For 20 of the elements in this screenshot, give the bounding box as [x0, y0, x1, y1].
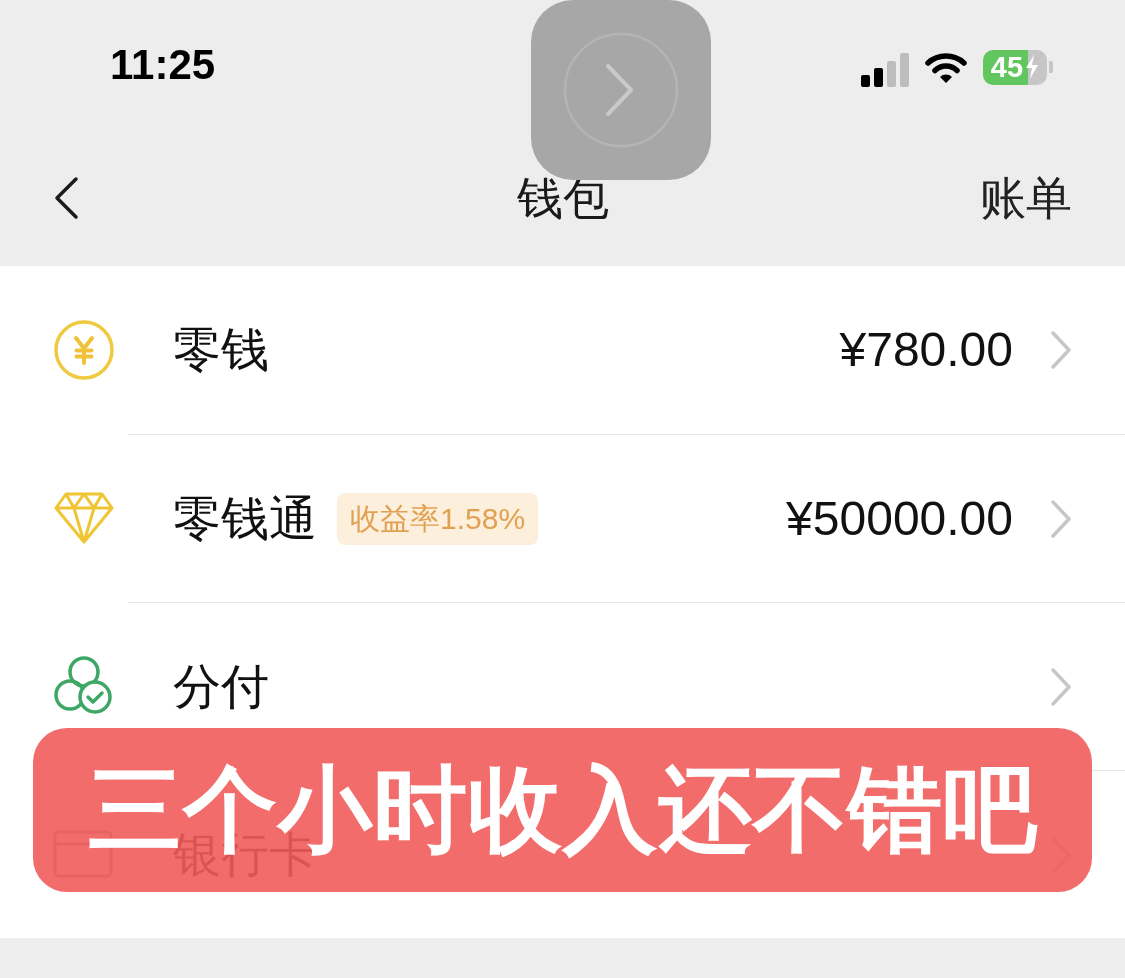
- chevron-right-icon[interactable]: [1050, 666, 1072, 707]
- back-icon[interactable]: [53, 176, 79, 220]
- yield-badge: 收益率1.58%: [337, 492, 539, 545]
- wifi-icon: [925, 50, 967, 84]
- chevron-right-icon[interactable]: [1050, 498, 1072, 539]
- diamond-icon: [53, 491, 115, 545]
- item-label[interactable]: 零钱: [173, 326, 269, 374]
- bills-link[interactable]: 账单: [980, 175, 1072, 221]
- coin-icon: [53, 319, 115, 381]
- item-label[interactable]: 零钱通: [173, 494, 317, 543]
- item-amount: ¥780.00: [839, 326, 1013, 374]
- battery-percent: 45: [990, 52, 1024, 82]
- circles-check-icon: [53, 655, 115, 717]
- item-label[interactable]: 分付: [173, 662, 269, 711]
- chevron-circle-icon: [563, 32, 679, 148]
- chevron-right-icon[interactable]: [1050, 330, 1072, 370]
- signal-icon: [861, 53, 909, 87]
- status-time: 11:25: [110, 44, 216, 86]
- item-amount: ¥50000.00: [786, 494, 1013, 543]
- page-title: 钱包: [516, 175, 609, 221]
